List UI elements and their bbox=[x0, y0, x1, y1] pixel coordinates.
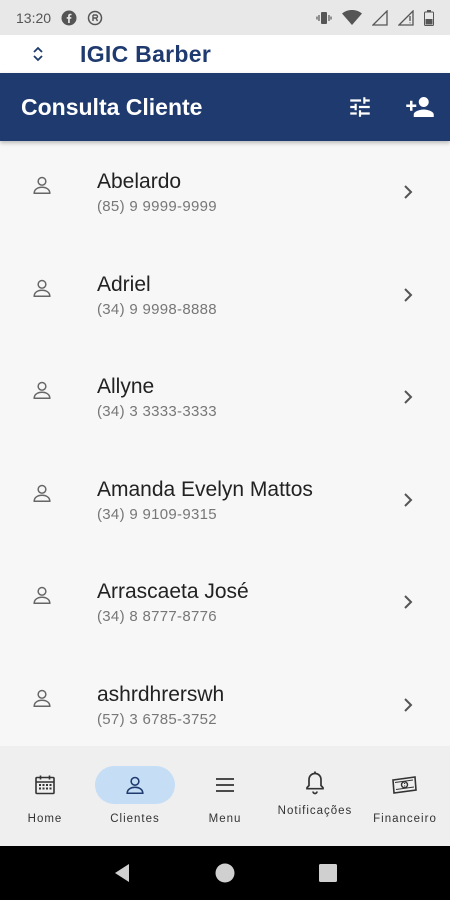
calendar-icon bbox=[35, 775, 55, 795]
client-row[interactable]: Adriel (34) 9 9998-8888 bbox=[0, 244, 450, 347]
system-nav-bar bbox=[0, 846, 450, 900]
client-row[interactable]: Amanda Evelyn Mattos (34) 9 9109-9315 bbox=[0, 449, 450, 552]
app-title-bar: IGIC Barber bbox=[0, 35, 450, 73]
person-icon bbox=[30, 276, 54, 300]
nav-clientes[interactable]: Clientes bbox=[90, 746, 180, 846]
client-name: Amanda Evelyn Mattos bbox=[97, 477, 313, 501]
person-icon bbox=[30, 583, 54, 607]
client-phone: (34) 9 9109-9315 bbox=[97, 505, 217, 523]
client-name: Adriel bbox=[97, 272, 151, 296]
nav-home[interactable]: Home bbox=[0, 746, 90, 846]
person-icon bbox=[30, 481, 54, 505]
signal-icon bbox=[372, 9, 388, 26]
bottom-nav: Home Clientes Menu Notificações Financei… bbox=[0, 746, 450, 846]
chevron-right-icon bbox=[398, 697, 418, 713]
client-name: Allyne bbox=[97, 375, 155, 399]
back-icon[interactable] bbox=[102, 853, 142, 893]
facebook-icon bbox=[61, 10, 77, 26]
nav-notificacoes[interactable]: Notificações bbox=[270, 746, 360, 846]
chevron-right-icon bbox=[398, 594, 418, 610]
status-time: 13:20 bbox=[16, 9, 52, 26]
client-list: Abelardo (85) 9 9999-9999 Adriel (34) 9 … bbox=[0, 141, 450, 746]
nav-label: Menu bbox=[208, 813, 242, 825]
page-title: Consulta Cliente bbox=[21, 93, 203, 120]
home-icon[interactable] bbox=[205, 853, 245, 893]
client-name: Abelardo bbox=[97, 170, 182, 194]
recents-icon[interactable] bbox=[308, 853, 348, 893]
nav-label: Notificações bbox=[277, 805, 353, 817]
client-phone: (34) 8 8777-8776 bbox=[97, 608, 217, 626]
person-icon bbox=[30, 173, 54, 197]
chevron-right-icon bbox=[398, 184, 418, 200]
client-phone: (85) 9 9999-9999 bbox=[97, 198, 217, 216]
money-icon bbox=[392, 776, 417, 794]
nav-financeiro[interactable]: Financeiro bbox=[360, 746, 450, 846]
client-row[interactable]: Allyne (34) 3 3333-3333 bbox=[0, 346, 450, 449]
nav-menu[interactable]: Menu bbox=[180, 746, 270, 846]
client-phone: (57) 3 6785-3752 bbox=[97, 710, 217, 728]
client-row[interactable]: Abelardo (85) 9 9999-9999 bbox=[0, 141, 450, 244]
data-saver-icon bbox=[87, 10, 103, 26]
person-add-icon bbox=[406, 97, 434, 117]
client-phone: (34) 9 9998-8888 bbox=[97, 300, 217, 318]
person-icon bbox=[126, 776, 144, 795]
active-pill bbox=[95, 766, 175, 804]
app-name: IGIC Barber bbox=[80, 40, 212, 67]
nav-label: Home bbox=[27, 813, 63, 825]
client-row[interactable]: ashrdhrerswh (57) 3 6785-3752 bbox=[0, 654, 450, 747]
bell-icon bbox=[306, 771, 324, 795]
menu-icon bbox=[216, 778, 234, 792]
client-phone: (34) 3 3333-3333 bbox=[97, 403, 217, 421]
wifi-icon bbox=[342, 9, 362, 26]
status-bar: 13:20 bbox=[0, 0, 450, 35]
page-header: Consulta Cliente bbox=[0, 73, 450, 141]
person-icon bbox=[30, 686, 54, 710]
battery-level-icon bbox=[424, 9, 434, 26]
person-icon bbox=[30, 378, 54, 402]
add-client-button[interactable] bbox=[404, 91, 436, 123]
tune-icon bbox=[350, 97, 370, 117]
nav-label: Clientes bbox=[110, 813, 160, 825]
chevron-right-icon bbox=[398, 389, 418, 405]
client-row[interactable]: Arrascaeta José (34) 8 8777-8776 bbox=[0, 551, 450, 654]
client-name: ashrdhrerswh bbox=[97, 682, 225, 706]
vibrate-icon bbox=[316, 10, 332, 26]
chevron-right-icon bbox=[398, 492, 418, 508]
client-name: Arrascaeta José bbox=[97, 580, 249, 604]
unfold-icon[interactable] bbox=[26, 45, 50, 63]
nav-label: Financeiro bbox=[373, 813, 437, 825]
filter-button[interactable] bbox=[344, 91, 376, 123]
chevron-right-icon bbox=[398, 287, 418, 303]
battery-icon bbox=[398, 9, 414, 26]
